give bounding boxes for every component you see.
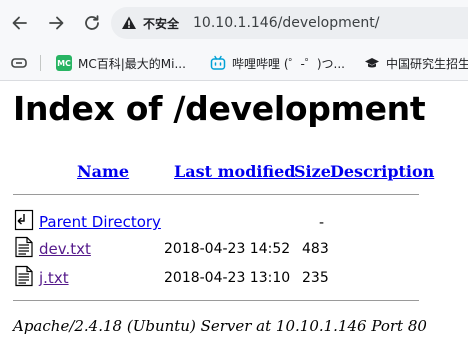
file-link-j-txt[interactable]: j.txt — [39, 269, 69, 287]
bookmark-label: 哔哩哔哩 (゜-゜)つ... — [232, 56, 345, 71]
page-title: Index of /development — [13, 89, 426, 128]
bookmarks-bar: MC MC百科|最大的Mi... 哔哩哔哩 (゜-゜)つ... 中国研究生招生 — [0, 46, 468, 81]
address-bar[interactable]: 不安全 10.10.1.146/development/ — [111, 7, 468, 39]
parent-directory-link[interactable]: Parent Directory — [39, 213, 161, 231]
reload-icon — [85, 15, 99, 30]
column-header-last-modified[interactable]: Last modified — [174, 162, 295, 181]
bookmark-label: 中国研究生招生 — [386, 56, 468, 71]
back-folder-icon — [14, 209, 34, 231]
server-signature: Apache/2.4.18 (Ubuntu) Server at 10.10.1… — [13, 317, 427, 335]
bookmark-label: MC百科|最大的Mi... — [78, 56, 186, 71]
file-size: 483 — [302, 241, 329, 257]
graduation-cap-icon — [364, 55, 380, 71]
security-label[interactable]: 不安全 — [143, 15, 179, 32]
bookmark-mc[interactable]: MC MC百科|最大的Mi... — [56, 53, 186, 73]
arrow-left-icon — [12, 16, 27, 30]
file-modified: 2018-04-23 14:52 — [164, 241, 291, 257]
file-size: 235 — [302, 270, 329, 286]
bookmark-separator — [40, 55, 41, 71]
bookmark-bilibili[interactable]: 哔哩哔哩 (゜-゜)つ... — [210, 53, 345, 73]
forward-button[interactable] — [43, 10, 69, 36]
column-header-size[interactable]: Size — [294, 162, 331, 181]
warning-icon[interactable] — [121, 15, 137, 31]
back-button[interactable] — [7, 10, 33, 36]
text-file-icon — [15, 265, 33, 287]
divider-bottom — [13, 300, 419, 301]
page-content: Index of /development Name Last modified… — [0, 81, 468, 352]
column-header-name[interactable]: Name — [77, 162, 129, 181]
arrow-right-icon — [49, 16, 64, 30]
text-file-icon — [15, 236, 33, 258]
divider-top — [13, 194, 419, 195]
url-text[interactable]: 10.10.1.146/development/ — [193, 15, 379, 31]
mc-icon: MC — [56, 55, 72, 71]
bilibili-icon — [210, 55, 226, 71]
tab-search-icon[interactable] — [10, 55, 28, 71]
reload-button[interactable] — [79, 10, 105, 36]
file-link-dev-txt[interactable]: dev.txt — [39, 240, 91, 258]
file-modified: 2018-04-23 13:10 — [164, 270, 291, 286]
bookmark-yanzhao[interactable]: 中国研究生招生 — [364, 53, 468, 73]
column-header-description[interactable]: Description — [330, 162, 434, 181]
parent-size: - — [319, 215, 325, 231]
browser-toolbar: 不安全 10.10.1.146/development/ — [0, 0, 468, 46]
